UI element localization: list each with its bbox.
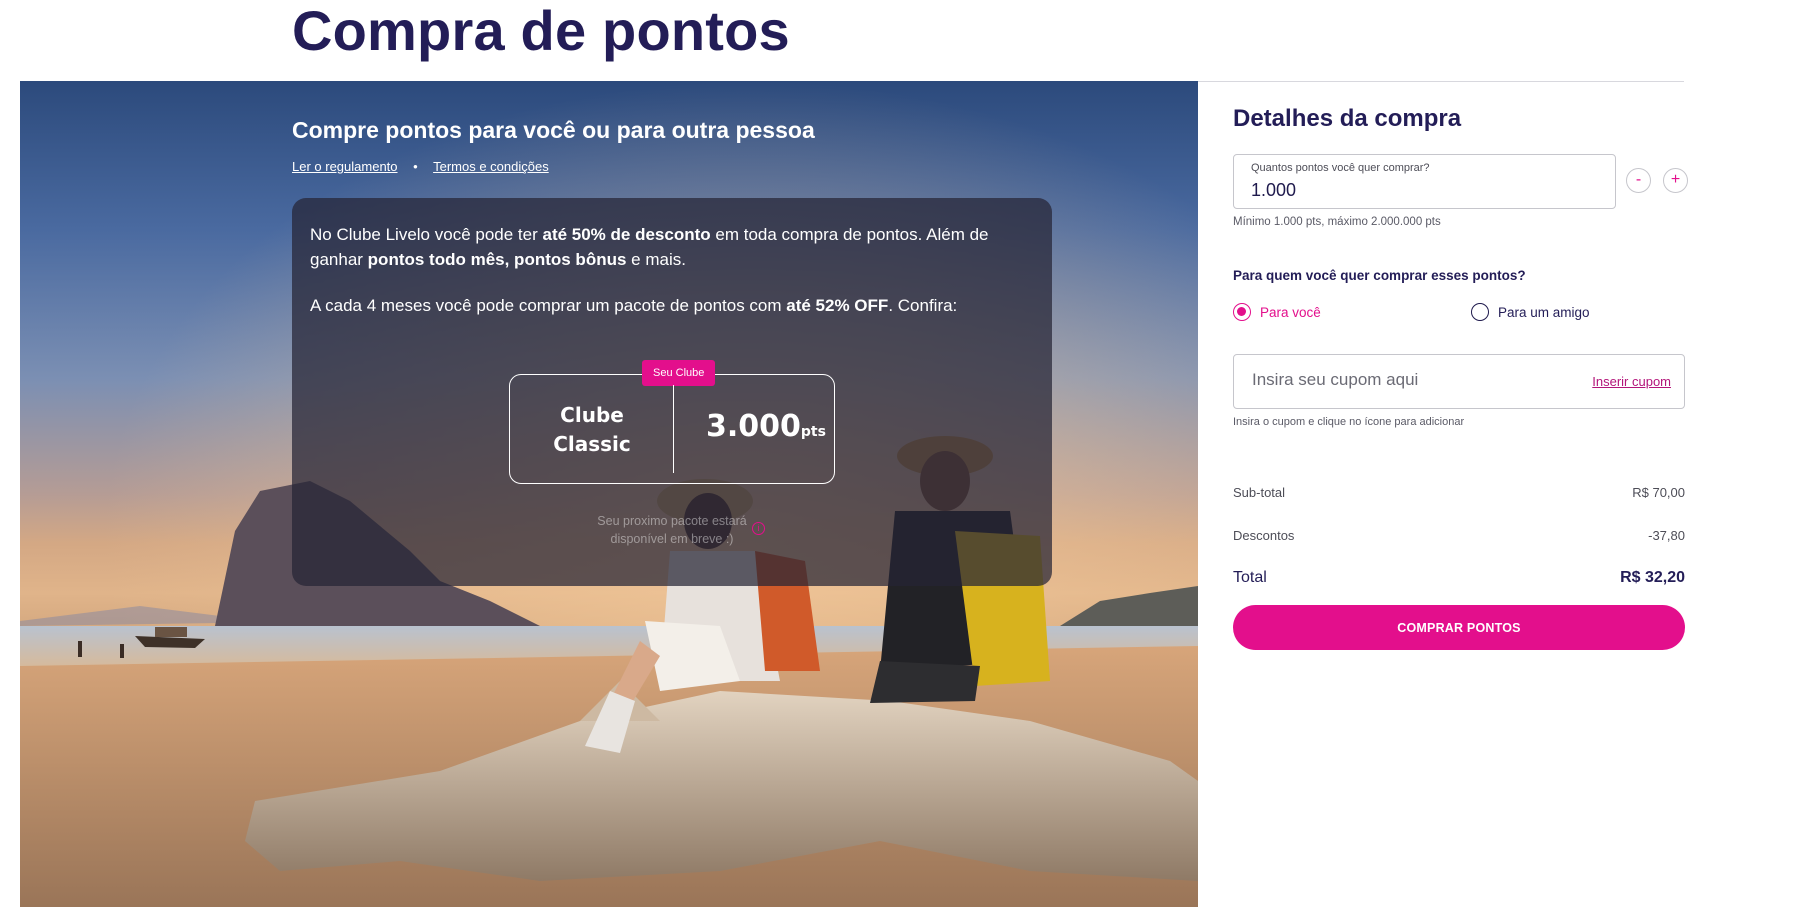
increase-button[interactable]: +: [1663, 168, 1688, 193]
radio-for-friend[interactable]: Para um amigo: [1471, 303, 1590, 321]
total-row: Total R$ 32,20: [1233, 569, 1685, 589]
info-icon[interactable]: i: [752, 522, 765, 535]
radio-unselected-icon: [1471, 303, 1489, 321]
points-quantity-field[interactable]: Quantos pontos você quer comprar?: [1233, 154, 1616, 209]
page: Compra de pontos Compre pontos para você…: [0, 0, 1794, 907]
points-quantity-row: Quantos pontos você quer comprar? - +: [1233, 154, 1688, 209]
recipient-options: Para você Para um amigo: [1233, 303, 1685, 325]
radio-selected-icon: [1233, 303, 1251, 321]
coupon-hint: Insira o cupom e clique no ícone para ad…: [1233, 416, 1465, 428]
discount-value: -37,80: [1648, 528, 1685, 543]
buy-points-button[interactable]: COMPRAR PONTOS: [1233, 605, 1685, 650]
decrease-button[interactable]: -: [1626, 168, 1651, 193]
purchase-details-heading: Detalhes da compra: [1233, 105, 1462, 132]
subtotal-value: R$ 70,00: [1632, 485, 1685, 500]
package-divider: [673, 385, 674, 473]
club-info-card: No Clube Livelo você pode ter até 50% de…: [292, 198, 1052, 586]
package-points-unit: pts: [800, 424, 826, 440]
apply-coupon-link[interactable]: Inserir cupom: [1592, 374, 1671, 389]
points-limits-hint: Mínimo 1.000 pts, máximo 2.000.000 pts: [1233, 216, 1441, 228]
club-intro-text: No Clube Livelo você pode ter até 50% de…: [310, 225, 989, 269]
purchase-details-panel: Detalhes da compra Quantos pontos você q…: [1233, 105, 1688, 650]
subtotal-label: Sub-total: [1233, 485, 1286, 500]
discount-label: Descontos: [1233, 528, 1295, 543]
package-card: Seu Clube Clube Classic 3.000pts: [509, 360, 835, 484]
total-value: R$ 32,20: [1620, 569, 1685, 586]
hero-links: Ler o regulamento • Termos e condições: [292, 159, 549, 174]
link-separator: •: [413, 159, 418, 174]
coupon-input[interactable]: [1252, 370, 1572, 390]
package-name: Clube Classic: [553, 403, 631, 456]
next-package-note: Seu proximo pacote estará disponível em …: [552, 512, 792, 548]
total-label: Total: [1233, 569, 1267, 586]
regulation-link[interactable]: Ler o regulamento: [292, 159, 398, 174]
hero-banner: Compre pontos para você ou para outra pe…: [20, 81, 1198, 907]
subtotal-row: Sub-total R$ 70,00: [1233, 485, 1685, 505]
package-points: 3.000pts: [706, 409, 826, 444]
terms-link[interactable]: Termos e condições: [433, 159, 549, 174]
radio-for-you[interactable]: Para você: [1233, 303, 1321, 321]
points-quantity-label: Quantos pontos você quer comprar?: [1251, 162, 1430, 174]
points-quantity-input[interactable]: [1251, 180, 1601, 201]
hero-heading: Compre pontos para você ou para outra pe…: [292, 117, 815, 143]
coupon-field[interactable]: Inserir cupom: [1233, 354, 1685, 409]
discount-row: Descontos -37,80: [1233, 528, 1685, 548]
your-club-badge: Seu Clube: [642, 360, 716, 386]
page-title: Compra de pontos: [292, 0, 790, 62]
club-offer-text: A cada 4 meses você pode comprar um paco…: [310, 296, 958, 315]
recipient-question: Para quem você quer comprar esses pontos…: [1233, 268, 1526, 283]
